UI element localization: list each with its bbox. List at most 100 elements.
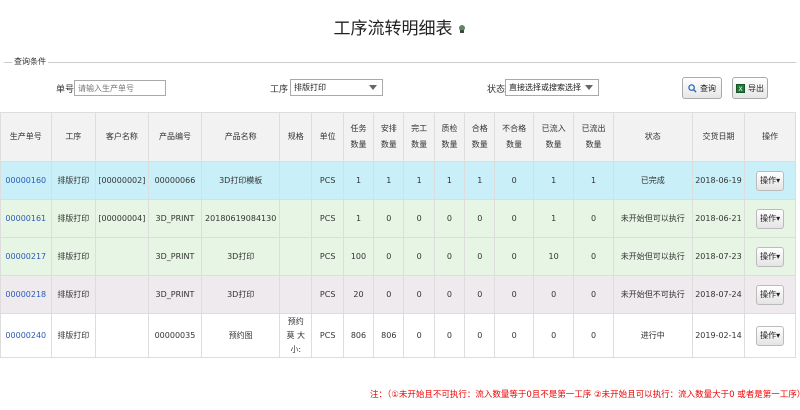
cell-delivery: 2018-07-23 (691, 237, 746, 276)
cell-outflow: 0 (573, 199, 614, 238)
cell-status: 未开始但不可执行 (612, 275, 693, 314)
flow-detail-table: 生产单号 工序 客户名称 产品编号 产品名称 规格 单位 任务 数量 安排 数量 完工 数量 质检 数量 合格… (0, 112, 796, 358)
cell-text: 2018-06-21 (695, 214, 742, 223)
column-header-text: 安排 (380, 124, 397, 133)
cell-order-no[interactable]: 00000161 (0, 199, 52, 238)
operation-button[interactable]: 操作▾ (756, 325, 785, 346)
cell-text: 未开始但可以执行 (620, 252, 685, 261)
operation-button[interactable]: 操作▾ (756, 284, 785, 305)
cell-order-no[interactable]: 00000218 (0, 275, 52, 314)
cell-text: 2018-07-24 (695, 290, 742, 299)
cell-spec (279, 199, 313, 238)
cell-text: 排版打印 (57, 331, 90, 340)
order-no-link[interactable]: 00000240 (5, 331, 46, 340)
column-header-text: 数量 (411, 140, 428, 149)
cell-product-no: 3D_PRINT (147, 237, 203, 276)
cell-unit: PCS (311, 313, 344, 358)
cell-unqualified: 0 (494, 199, 534, 238)
column-header-text: 已流入 (541, 124, 566, 133)
column-header: 已流入 数量 (532, 112, 575, 162)
cell-op[interactable]: 操作▾ (744, 275, 796, 314)
cell-text: 10 (548, 252, 559, 261)
cell-status: 未开始但可以执行 (612, 199, 693, 238)
table-row: 00000218 排版打印 3D_PRINT 3D打印 PCS 20 0 0 0 0 0 0 0 未开始但… (0, 275, 796, 314)
column-header: 状态 (612, 112, 693, 162)
cell-text: 0 (446, 290, 453, 299)
cell-unit: PCS (311, 161, 344, 200)
cell-text: 0 (416, 331, 422, 340)
cell-outflow: 0 (573, 313, 614, 358)
cell-text: [00000004] (98, 214, 146, 223)
svg-text:X: X (738, 86, 743, 93)
cell-process: 排版打印 (50, 199, 97, 238)
search-button[interactable]: 查询 (682, 77, 722, 99)
cell-product-name: 3D打印 (201, 275, 281, 314)
cell-process: 排版打印 (50, 313, 97, 358)
order-no-link[interactable]: 00000160 (5, 176, 46, 185)
cell-text: [00000002] (98, 176, 146, 185)
cell-text: 未开始但可以执行 (620, 214, 685, 223)
column-header: 产品编号 (147, 112, 203, 162)
column-header: 单位 (311, 112, 344, 162)
cell-text: 预约 莫 大小: (286, 316, 306, 354)
export-button[interactable]: X 导出 (732, 77, 768, 99)
cell-completed: 0 (403, 275, 435, 314)
cell-text: 20 (353, 290, 364, 299)
toolbox-icon (458, 25, 465, 33)
cell-text: 0 (511, 176, 517, 185)
cell-product-name: 3D打印模板 (201, 161, 281, 200)
operation-button[interactable]: 操作▾ (756, 170, 785, 191)
cell-op[interactable]: 操作▾ (744, 237, 796, 276)
cell-text: 0 (511, 252, 517, 261)
chevron-down-icon (585, 85, 593, 90)
cell-inflow: 0 (532, 313, 575, 358)
cell-text: 排版打印 (57, 176, 90, 185)
status-select[interactable]: 直接选择或搜索选择 (505, 79, 599, 96)
operation-button[interactable]: 操作▾ (756, 208, 785, 229)
cell-status: 未开始但可以执行 (612, 237, 693, 276)
cell-completed: 0 (403, 313, 435, 358)
cell-text: PCS (319, 252, 336, 261)
cell-text: 0 (511, 331, 517, 340)
cell-outflow: 0 (573, 275, 614, 314)
table-row: 00000160 排版打印 [00000002] 00000066 3D打印模板 PCS 1… (0, 161, 796, 200)
order-no-input[interactable] (74, 80, 166, 96)
column-header-text: 生产单号 (9, 132, 42, 141)
cell-customer: [00000002] (95, 161, 149, 200)
operation-button[interactable]: 操作▾ (756, 246, 785, 267)
cell-text: 已完成 (640, 176, 665, 185)
query-legend: 查询条件 (12, 56, 48, 67)
cell-inspected: 0 (433, 199, 466, 238)
cell-order-no[interactable]: 00000240 (0, 313, 52, 358)
cell-op[interactable]: 操作▾ (744, 313, 796, 358)
cell-text: 3D_PRINT (155, 214, 195, 223)
cell-order-no[interactable]: 00000217 (0, 237, 52, 276)
cell-unit: PCS (311, 275, 344, 314)
column-header-text: 数量 (380, 140, 397, 149)
cell-completed: 0 (403, 199, 435, 238)
cell-inflow: 1 (532, 199, 575, 238)
cell-customer (95, 275, 149, 314)
cell-op[interactable]: 操作▾ (744, 199, 796, 238)
column-header: 操作 (744, 112, 796, 162)
cell-order-no[interactable]: 00000160 (0, 161, 52, 200)
column-header-text: 完工 (411, 124, 428, 133)
order-no-link[interactable]: 00000218 (5, 290, 46, 299)
table-header-row: 生产单号 工序 客户名称 产品编号 产品名称 规格 单位 任务 数量 安排 数量 完工 数量 质检 数量 合格… (0, 112, 796, 162)
page-title: 工序流转明细表 (0, 14, 800, 39)
cell-product-no: 3D_PRINT (147, 199, 203, 238)
column-header-text: 已流出 (581, 124, 606, 133)
cell-op[interactable]: 操作▾ (744, 161, 796, 200)
order-no-link[interactable]: 00000161 (5, 214, 46, 223)
search-button-label: 查询 (700, 83, 716, 93)
order-no-link[interactable]: 00000217 (5, 252, 46, 261)
process-label: 工序 (270, 85, 289, 95)
column-header-text: 规格 (287, 132, 304, 141)
cell-text: 0 (446, 214, 453, 223)
cell-text: 3D_PRINT (155, 290, 195, 299)
cell-task: 1 (342, 161, 375, 200)
cell-delivery: 2018-06-19 (691, 161, 746, 200)
process-select[interactable]: 排版打印 (290, 79, 383, 96)
cell-spec (279, 237, 313, 276)
cell-text: 806 (350, 331, 367, 340)
